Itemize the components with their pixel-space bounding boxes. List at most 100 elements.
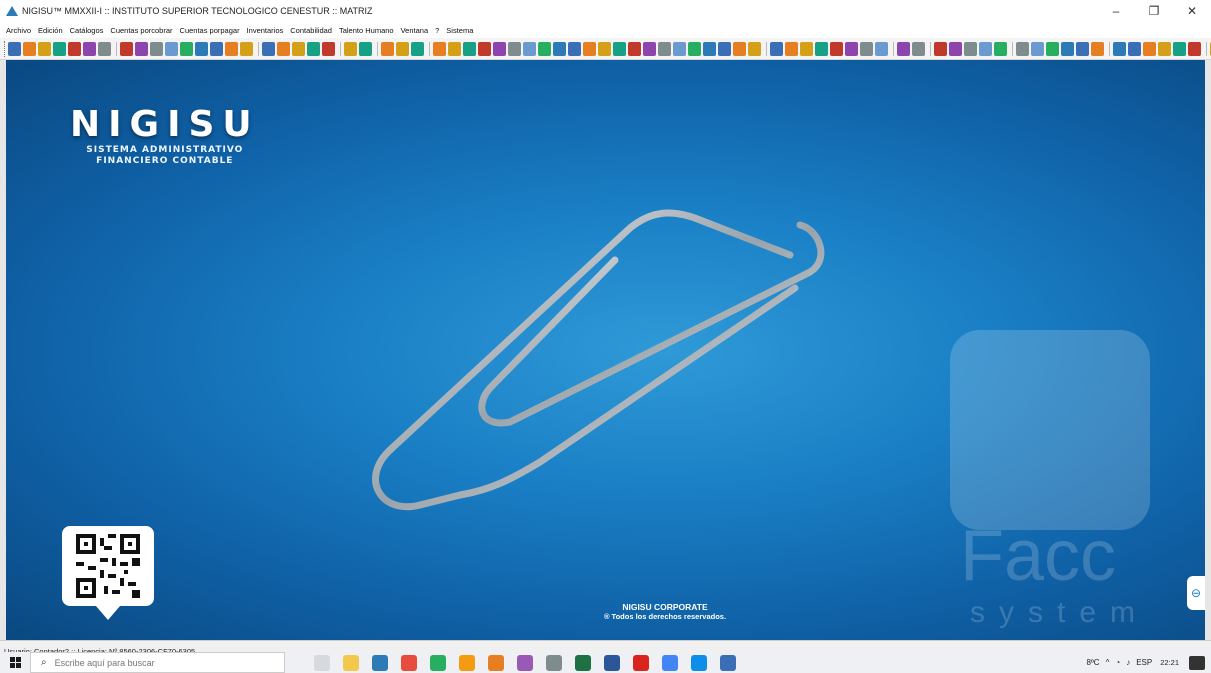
chrome-second-icon[interactable] (661, 654, 678, 671)
toolbar-button-11[interactable] (180, 41, 193, 56)
toolbar-button-15[interactable] (240, 41, 253, 56)
toolbar-button-13[interactable] (210, 41, 223, 56)
toolbar-button-62[interactable] (994, 41, 1007, 56)
toolbar-button-12[interactable] (195, 41, 208, 56)
toolbar-button-31[interactable] (508, 41, 521, 56)
toolbar-button-39[interactable] (628, 41, 641, 56)
toolbar-button-21[interactable] (344, 41, 357, 56)
toolbar-button-5[interactable] (83, 41, 96, 56)
toolbar-button-4[interactable] (68, 41, 81, 56)
toolbar-button-46[interactable] (733, 41, 746, 56)
toolbar-button-29[interactable] (478, 41, 491, 56)
toolbar-button-19[interactable] (307, 41, 320, 56)
toolbar-button-57[interactable] (912, 41, 925, 56)
menu-archivo[interactable]: Archivo (6, 26, 31, 35)
chrome-profile-icon[interactable] (429, 654, 446, 671)
toolbar-button-18[interactable] (292, 41, 305, 56)
toolbar-button-41[interactable] (658, 41, 671, 56)
tray-overflow-icon[interactable]: ^ (1106, 658, 1110, 667)
weather-indicator[interactable]: 8ºC (1086, 658, 1099, 667)
chrome-alt-icon[interactable] (458, 654, 475, 671)
network-icon[interactable]: ◔ (1115, 658, 1120, 667)
toolbar-button-25[interactable] (411, 41, 424, 56)
word-icon[interactable] (603, 654, 620, 671)
volume-icon[interactable]: ♪ (1126, 658, 1130, 667)
menu-ventana[interactable]: Ventana (401, 26, 429, 35)
toolbar-button-71[interactable] (1143, 41, 1156, 56)
toolbar-button-47[interactable] (748, 41, 761, 56)
toolbar-button-42[interactable] (673, 41, 686, 56)
toolbar-button-9[interactable] (150, 41, 163, 56)
browser-icon[interactable] (487, 654, 504, 671)
excel-icon[interactable] (574, 654, 591, 671)
toolbar-button-56[interactable] (897, 41, 910, 56)
toolbar-button-55[interactable] (875, 41, 888, 56)
toolbar-button-7[interactable] (120, 41, 133, 56)
toolbar-button-24[interactable] (396, 41, 409, 56)
menu-cuentas-por-cobrar[interactable]: Cuentas porcobrar (110, 26, 172, 35)
toolbar-button-37[interactable] (598, 41, 611, 56)
toolbar-button-17[interactable] (277, 41, 290, 56)
menu-sistema[interactable]: Sistema (446, 26, 473, 35)
toolbar-button-74[interactable] (1188, 41, 1201, 56)
toolbar-button-20[interactable] (322, 41, 335, 56)
toolbar-button-0[interactable] (8, 41, 21, 56)
toolbar-button-26[interactable] (433, 41, 446, 56)
toolbar-button-40[interactable] (643, 41, 656, 56)
menu-talento-humano[interactable]: Talento Humano (339, 26, 394, 35)
toolbar-button-72[interactable] (1158, 41, 1171, 56)
toolbar-button-73[interactable] (1173, 41, 1186, 56)
nigisu-taskbar-icon[interactable] (371, 654, 388, 671)
toolbar-button-67[interactable] (1076, 41, 1089, 56)
toolbar-button-51[interactable] (815, 41, 828, 56)
toolbar-button-34[interactable] (553, 41, 566, 56)
menu-cuentas-por-pagar[interactable]: Cuentas porpagar (180, 26, 240, 35)
toolbar-button-65[interactable] (1046, 41, 1059, 56)
toolbar-button-32[interactable] (523, 41, 536, 56)
toolbar-button-68[interactable] (1091, 41, 1104, 56)
language-indicator[interactable]: ESP (1136, 658, 1152, 667)
menu-edicion[interactable]: Edición (38, 26, 63, 35)
toolbar-button-2[interactable] (38, 41, 51, 56)
toolbar-button-54[interactable] (860, 41, 873, 56)
toolbar-button-36[interactable] (583, 41, 596, 56)
toolbar-button-58[interactable] (934, 41, 947, 56)
toolbar-button-49[interactable] (785, 41, 798, 56)
maximize-button[interactable]: ❐ (1135, 0, 1173, 22)
task-view-icon[interactable] (313, 654, 330, 671)
qr-code-bubble[interactable] (62, 526, 154, 620)
toolbar-button-48[interactable] (770, 41, 783, 56)
toolbar-grip[interactable] (4, 40, 5, 57)
toolbar-button-44[interactable] (703, 41, 716, 56)
toolbar-button-60[interactable] (964, 41, 977, 56)
toolbar-button-23[interactable] (381, 41, 394, 56)
toolbar-button-6[interactable] (98, 41, 111, 56)
toolbar-button-8[interactable] (135, 41, 148, 56)
taskbar-search[interactable]: ⌕ (30, 652, 285, 673)
toolbar-button-63[interactable] (1016, 41, 1029, 56)
chrome-icon[interactable] (400, 654, 417, 671)
toolbar-button-3[interactable] (53, 41, 66, 56)
menu-catalogos[interactable]: Catálogos (70, 26, 104, 35)
toolbar-button-38[interactable] (613, 41, 626, 56)
toolbar-button-43[interactable] (688, 41, 701, 56)
notification-center-icon[interactable] (1189, 655, 1205, 670)
start-button[interactable] (0, 652, 30, 673)
toolbar-button-30[interactable] (493, 41, 506, 56)
toolbar-button-35[interactable] (568, 41, 581, 56)
toolbar-button-59[interactable] (949, 41, 962, 56)
menu-help[interactable]: ? (435, 26, 439, 35)
toolbar-button-22[interactable] (359, 41, 372, 56)
menu-inventarios[interactable]: Inventarios (247, 26, 284, 35)
toolbar-button-52[interactable] (830, 41, 843, 56)
teamviewer-icon[interactable] (690, 654, 707, 671)
toolbar-button-10[interactable] (165, 41, 178, 56)
toolbar-button-70[interactable] (1128, 41, 1141, 56)
toolbar-button-45[interactable] (718, 41, 731, 56)
toolbar-button-53[interactable] (845, 41, 858, 56)
menu-contabilidad[interactable]: Contabilidad (290, 26, 332, 35)
toolbar-button-27[interactable] (448, 41, 461, 56)
file-explorer-icon[interactable] (342, 654, 359, 671)
calculator-icon[interactable] (545, 654, 562, 671)
close-button[interactable]: ✕ (1173, 0, 1211, 22)
